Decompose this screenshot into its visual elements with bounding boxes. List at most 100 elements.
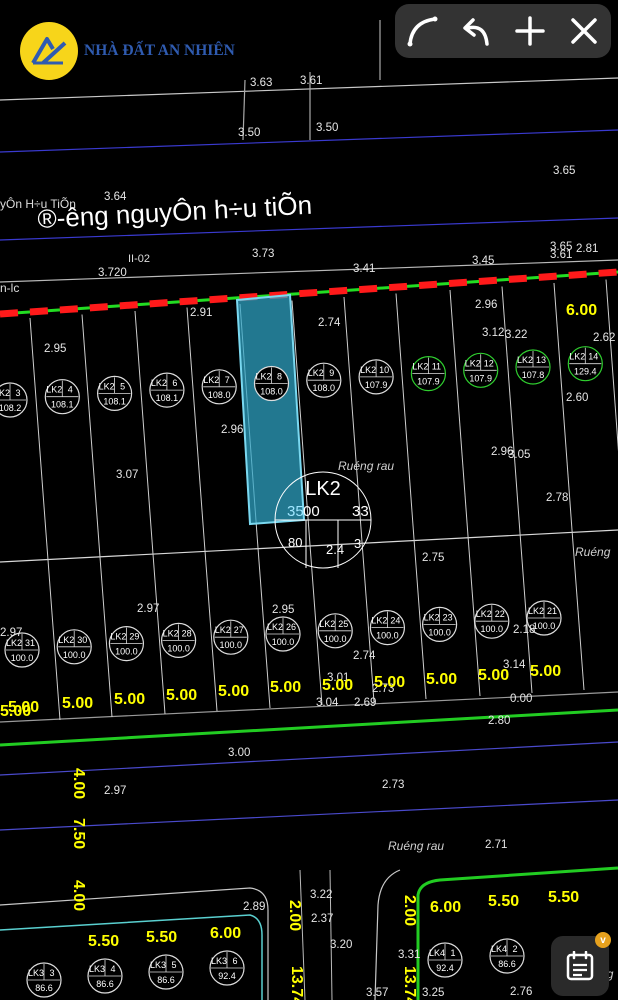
lot-number: 4 (110, 964, 115, 974)
elevation-label: 2.95 (44, 343, 66, 355)
road-width-label: 5.50 (548, 889, 579, 906)
elevation-label: 3.720 (98, 267, 127, 279)
road-width-label: 5.00 (0, 703, 31, 720)
street-name: ®-êng nguyÔn h÷u tiÕn (37, 190, 313, 234)
elevation-label: 3.22 (310, 889, 332, 901)
lot-marker[interactable]: LK2 14 129.4 (567, 346, 603, 382)
lot-marker[interactable]: LK2 9 108.0 (306, 362, 342, 398)
elevation-label: 2.97 (137, 603, 159, 615)
lot-name: LK4 (429, 948, 445, 958)
lot-name: LK2 (151, 378, 167, 388)
lot-dimension: 35 (287, 503, 304, 520)
lot-number: 3 (49, 968, 54, 978)
elevation-label: 3.50 (316, 122, 338, 134)
lot-marker[interactable]: LK3 5 86.6 (148, 954, 184, 990)
curve-icon[interactable] (400, 9, 444, 53)
lot-marker[interactable]: LK2 10 107.9 (358, 359, 394, 395)
lot-number: 25 (338, 619, 348, 629)
lot-name: LK2 (424, 612, 440, 622)
lot-marker[interactable]: LK4 1 92.4 (427, 942, 463, 978)
lot-area: 100.0 (533, 621, 556, 631)
lot-number: 30 (77, 635, 87, 645)
elevation-label: 3.25 (422, 987, 444, 999)
lot-area: 100.0 (63, 650, 86, 660)
lot-marker[interactable]: LK2 23 100.0 (422, 606, 458, 643)
elevation-label: 3.05 (508, 449, 530, 461)
lot-number: 23 (443, 612, 453, 622)
lot-marker[interactable]: LK3 4 86.6 (87, 958, 123, 994)
elevation-label: 2.91 (190, 307, 212, 319)
lot-marker[interactable]: LK2 22 100.0 (474, 603, 510, 639)
lot-marker[interactable]: LK2 29 100.0 (108, 625, 145, 662)
lot-marker[interactable]: LK2 5 108.1 (96, 375, 133, 411)
elevation-label: 2.97 (0, 627, 22, 639)
lot-area: 100.0 (481, 624, 504, 634)
lot-area: 107.9 (417, 377, 440, 387)
lot-name: LK3 (28, 968, 44, 978)
lot-name: LK2 (0, 388, 10, 398)
lot-number: 1 (450, 948, 455, 958)
lot-number: 2 (512, 944, 517, 954)
elevation-label: 2.78 (546, 492, 568, 504)
lot-marker[interactable]: LK2 4 108.1 (44, 379, 80, 415)
lot-marker[interactable]: LK3 6 92.4 (209, 950, 245, 986)
lot-number: 5 (171, 960, 176, 970)
lot-marker[interactable]: LK2 13 107.8 (515, 349, 551, 385)
lot-marker[interactable]: LK2 3 108.2 (0, 382, 28, 418)
lot-area: 108.0 (260, 387, 283, 397)
lot-marker[interactable]: LK2 26 100.0 (265, 616, 301, 652)
lot-name: LK4 (491, 944, 507, 954)
elevation-label: 2.89 (243, 901, 265, 913)
lot-number: 10 (379, 365, 389, 375)
cad-map[interactable]: LK2 LK2 3 108.2 LK2 4 108.1 LK2 5 108.1 LK2 6 108.1… (0, 0, 618, 1000)
lot-marker[interactable]: LK4 2 86.6 (489, 938, 525, 974)
road-width-label: 2.00 (401, 895, 418, 926)
road-width-label: 5.50 (146, 929, 177, 946)
elevation-label: 2.81 (576, 243, 598, 255)
lot-area: 129.4 (574, 367, 597, 377)
calendar-note-icon (566, 951, 594, 981)
lot-marker[interactable]: LK2 24 100.0 (369, 609, 405, 646)
elevation-label: 3.64 (104, 191, 127, 203)
road-width-label: 5.00 (530, 663, 561, 680)
lot-marker[interactable]: LK2 12 107.9 (463, 352, 499, 388)
lot-number: 21 (547, 606, 557, 616)
elevation-label: 3.61 (550, 249, 572, 261)
brand-name: NHÀ ĐẤT AN NHIÊN (84, 42, 235, 59)
lot-name: LK2 (255, 372, 271, 382)
notification-badge: v (595, 932, 611, 948)
lot-marker[interactable]: LK2 7 108.0 (201, 369, 237, 405)
elevation-label: 2.74 (353, 650, 376, 662)
plus-icon[interactable] (508, 9, 552, 53)
elevation-label: 2.80 (488, 715, 510, 727)
elevation-label: 2.73 (382, 779, 404, 791)
lot-name: LK3 (89, 964, 105, 974)
lot-marker[interactable]: LK2 11 107.9 (410, 356, 446, 392)
road-width-label: 5.00 (478, 667, 509, 684)
lot-marker[interactable]: LK2 28 100.0 (161, 622, 197, 659)
lot-marker[interactable]: LK3 3 86.6 (26, 962, 62, 998)
lot-marker[interactable]: LK2 6 108.1 (149, 372, 185, 408)
lot-marker[interactable]: LK2 30 100.0 (56, 629, 92, 665)
lot-area: 100.0 (167, 643, 190, 653)
lot-marker[interactable]: LK2 27 100.0 (213, 619, 249, 655)
elevation-label: 2.75 (422, 552, 444, 564)
lot-dimension: 33 (352, 503, 369, 520)
road-width-label: 4.00 (70, 768, 87, 799)
road-label: Ruéng rau (388, 839, 444, 853)
lot-marker[interactable]: LK2 8 108.0 (253, 365, 290, 402)
lot-number: 9 (329, 368, 334, 378)
road-width-label: 5.00 (322, 677, 353, 694)
lot-number: 24 (390, 616, 400, 626)
lot-marker[interactable]: LK2 25 100.0 (317, 613, 353, 649)
lot-area: 108.1 (103, 396, 126, 406)
road-width-label: 13.74 (288, 966, 305, 1000)
elevation-label: 3.00 (228, 747, 250, 759)
undo-icon[interactable] (454, 9, 498, 53)
close-icon[interactable] (562, 9, 606, 53)
notes-button[interactable]: v (551, 932, 611, 996)
lot-number: 28 (182, 628, 192, 638)
block-marker[interactable]: LK2 (274, 471, 372, 569)
elevation-label: 2.62 (593, 332, 615, 344)
lot-number: 6 (172, 378, 177, 388)
